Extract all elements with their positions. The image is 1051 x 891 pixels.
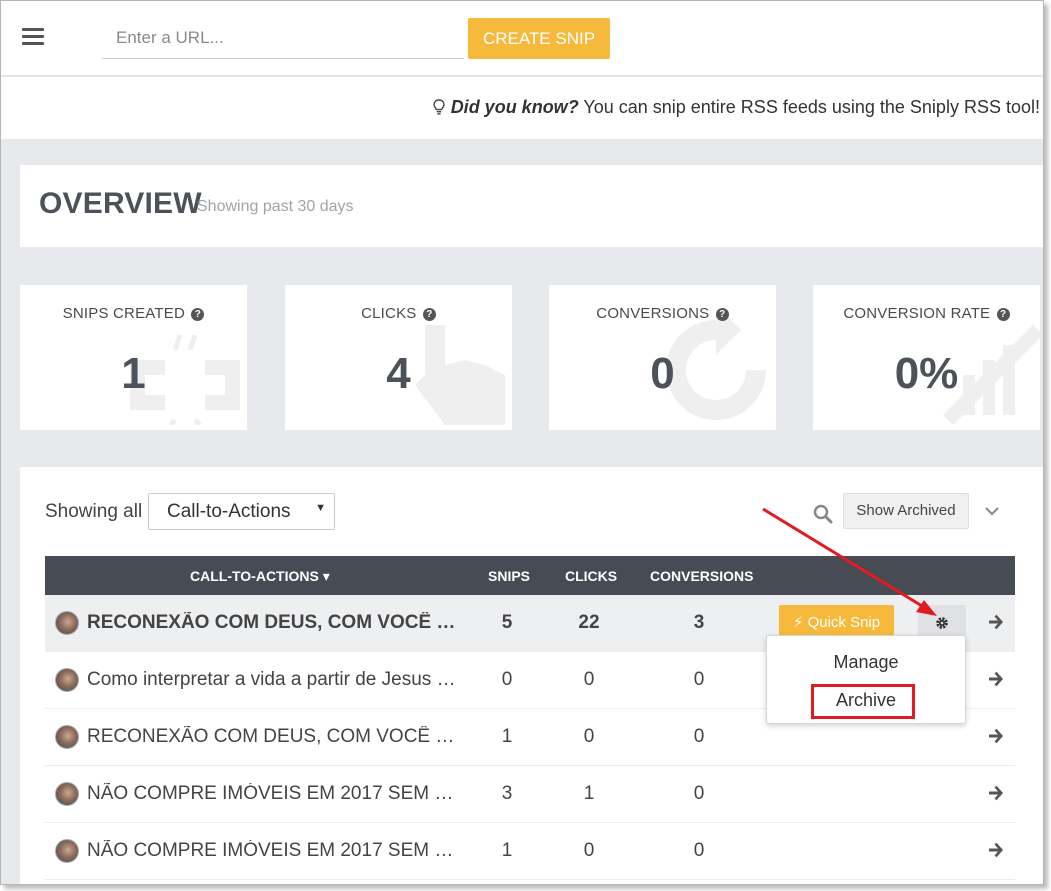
arrow-right-icon[interactable] <box>987 613 1005 631</box>
cta-name: RECONEXÃO COM DEUS, COM VOCÊ ME... <box>87 612 462 633</box>
conversions-count: 0 <box>693 726 705 747</box>
page-title: OVERVIEW <box>39 187 202 220</box>
column-header-text: CALL-TO-ACTIONS <box>190 568 319 584</box>
quick-snip-label: Quick Snip <box>807 614 881 631</box>
stat-value: 1 <box>121 349 146 398</box>
arrow-right-icon[interactable] <box>987 727 1005 745</box>
stat-value: 4 <box>386 349 411 398</box>
stat-label-text: CONVERSION RATE <box>843 305 991 322</box>
clicks-count: 1 <box>583 783 595 804</box>
snips-count: 1 <box>501 840 513 861</box>
conversions-count: 3 <box>693 612 705 633</box>
column-header-clicks[interactable]: CLICKS <box>565 568 617 584</box>
clicks-count: 0 <box>583 840 595 861</box>
avatar <box>55 611 79 635</box>
hamburger-line <box>22 42 44 45</box>
arrow-right-icon[interactable] <box>987 841 1005 859</box>
stat-card-clicks: CLICKS ? 4 <box>285 285 512 430</box>
avatar <box>55 782 79 806</box>
stat-label-text: CLICKS <box>361 305 417 322</box>
column-header-conversions[interactable]: CONVERSIONS <box>650 568 753 584</box>
avatar <box>55 725 79 749</box>
help-icon[interactable]: ? <box>996 308 1010 321</box>
tip-bar: Did you know? You can snip entire RSS fe… <box>1 77 1043 139</box>
cta-name: RECONEXÃO COM DEUS, COM VOCÊ ME... <box>87 726 462 747</box>
stat-card-conversion-rate: CONVERSION RATE ? 0% <box>813 285 1040 430</box>
cta-name: Como interpretar a vida a partir de Jesu… <box>87 669 462 690</box>
tip-message: Did you know? You can snip entire RSS fe… <box>432 97 1044 118</box>
snips-count: 0 <box>501 669 513 690</box>
stat-label-text: CONVERSIONS <box>596 305 710 322</box>
search-icon[interactable] <box>813 504 833 524</box>
arrow-right-icon[interactable] <box>987 784 1005 802</box>
stat-label: CONVERSION RATE ? <box>813 305 1040 322</box>
select-caret-icon: ▼ <box>315 502 326 514</box>
hamburger-line <box>22 28 44 31</box>
snips-count: 1 <box>501 726 513 747</box>
avatar <box>55 668 79 692</box>
url-input[interactable] <box>102 18 464 59</box>
tip-prefix: Did you know? <box>450 97 579 117</box>
stat-card-snips-created: SNIPS CREATED ? 1 <box>20 285 247 430</box>
table-row[interactable]: NÃO COMPRE IMÓVEIS EM 2017 SEM LE... 3 1… <box>45 766 1015 823</box>
conversions-count: 0 <box>693 783 705 804</box>
help-icon[interactable]: ? <box>191 308 205 321</box>
tip-text: You can snip entire RSS feeds using the … <box>578 97 1044 117</box>
select-value: Call-to-Actions <box>167 501 291 522</box>
stat-label-text: SNIPS CREATED <box>62 305 185 322</box>
stat-value: 0 <box>650 349 675 398</box>
cta-name: NÃO COMPRE IMÓVEIS EM 2017 SEM LE... <box>87 840 462 861</box>
table-row[interactable]: NÃO COMPRE IMÓVEIS EM 2017 SEM LE... 1 0… <box>45 823 1015 880</box>
bolt-icon: ⚡ <box>792 614 804 631</box>
overview-header: OVERVIEW Showing past 30 days <box>20 165 1043 247</box>
menu-hamburger-icon[interactable] <box>22 28 44 46</box>
arrow-right-icon[interactable] <box>987 670 1005 688</box>
annotation-highlight-box <box>811 684 915 719</box>
stat-value: 0% <box>894 349 959 398</box>
settings-dropdown-menu: Manage Archive <box>766 635 966 724</box>
conversions-count: 0 <box>693 669 705 690</box>
avatar <box>55 839 79 863</box>
hamburger-line <box>22 35 44 38</box>
stat-label: CLICKS ? <box>285 305 512 322</box>
cta-type-select[interactable]: Call-to-Actions ▼ <box>148 493 335 530</box>
help-icon[interactable]: ? <box>422 308 436 321</box>
stat-label: SNIPS CREATED ? <box>20 305 247 322</box>
page-subtitle: Showing past 30 days <box>197 198 354 215</box>
menu-item-manage[interactable]: Manage <box>767 652 965 673</box>
sort-caret-icon: ▾ <box>322 568 330 584</box>
show-archived-button[interactable]: Show Archived <box>843 493 969 529</box>
conversions-count: 0 <box>693 840 705 861</box>
stat-card-conversions: CONVERSIONS ? 0 <box>549 285 776 430</box>
table-header: CALL-TO-ACTIONS ▾ SNIPS CLICKS CONVERSIO… <box>45 556 1015 595</box>
help-icon[interactable]: ? <box>715 308 729 321</box>
clicks-count: 0 <box>583 726 595 747</box>
clicks-count: 22 <box>578 612 600 633</box>
clicks-count: 0 <box>583 669 595 690</box>
showing-label: Showing all <box>45 501 143 522</box>
create-snip-button[interactable]: CREATE SNIP <box>468 18 610 59</box>
cta-name: NÃO COMPRE IMÓVEIS EM 2017 SEM LE... <box>87 783 462 804</box>
snips-count: 5 <box>501 612 513 633</box>
stat-label: CONVERSIONS ? <box>549 305 776 322</box>
gear-icon <box>936 617 948 629</box>
chevron-down-icon[interactable] <box>984 505 1000 517</box>
column-header-cta[interactable]: CALL-TO-ACTIONS ▾ <box>190 568 330 585</box>
column-header-snips[interactable]: SNIPS <box>488 568 530 584</box>
app-frame: CREATE SNIP Did you know? You can snip e… <box>0 0 1044 885</box>
lightbulb-icon <box>432 99 445 115</box>
top-bar: CREATE SNIP <box>1 1 1043 76</box>
snips-count: 3 <box>501 783 513 804</box>
